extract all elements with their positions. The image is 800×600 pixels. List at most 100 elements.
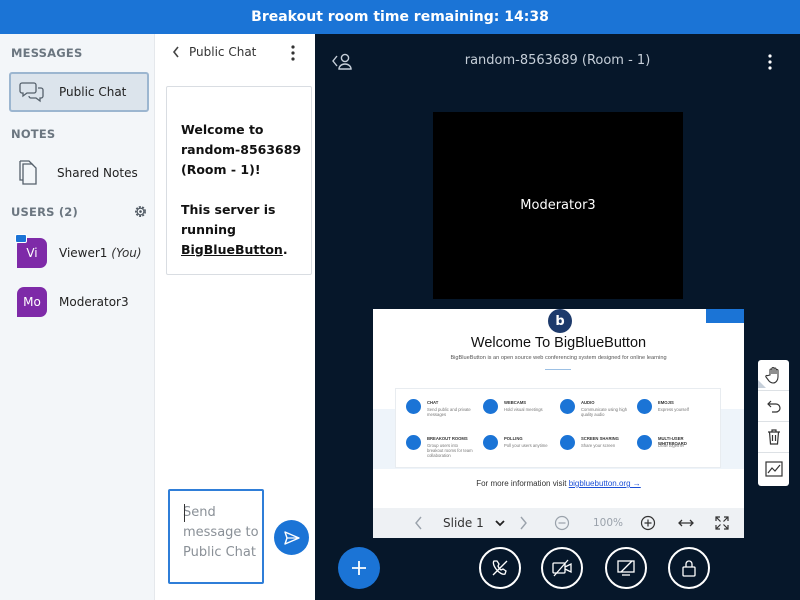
chat-title[interactable]: Public Chat bbox=[189, 45, 256, 59]
bigbluebutton-link[interactable]: BigBlueButton bbox=[181, 242, 283, 257]
room-title: random-8563689 (Room - 1) bbox=[464, 53, 651, 68]
video-off-icon bbox=[552, 559, 572, 577]
feature-chat: CHAT Send public and private messages bbox=[396, 389, 474, 419]
welcome-line: This server is bbox=[181, 202, 276, 217]
user-name: Moderator3 bbox=[59, 295, 129, 309]
feature-title: AUDIO bbox=[581, 400, 595, 405]
feature-title: CHAT bbox=[427, 400, 439, 405]
options-menu-icon[interactable] bbox=[767, 54, 773, 70]
chat-input-placeholder: Send message to Public Chat bbox=[183, 505, 259, 560]
gear-icon[interactable] bbox=[133, 204, 148, 219]
feature-desc: Send public and private messages bbox=[427, 407, 471, 417]
clear-all-button[interactable] bbox=[758, 422, 789, 453]
shared-notes-item[interactable]: Shared Notes bbox=[9, 156, 149, 190]
chat-panel: Public Chat Welcome to random-8563689 (R… bbox=[155, 34, 315, 600]
trash-icon bbox=[767, 429, 780, 445]
feature-desc: Hold visual meetings bbox=[504, 407, 543, 412]
user-name-text: Viewer1 bbox=[59, 246, 108, 260]
zoom-out-icon[interactable] bbox=[554, 508, 570, 538]
feature-title: BREAKOUT ROOMS bbox=[427, 436, 468, 441]
send-message-button[interactable] bbox=[274, 520, 309, 555]
undo-button[interactable] bbox=[758, 391, 789, 422]
whiteboard-icon bbox=[637, 435, 652, 450]
video-user-name: Moderator3 bbox=[520, 198, 596, 213]
you-label: (You) bbox=[111, 246, 142, 260]
chevron-down-icon bbox=[495, 520, 505, 527]
welcome-line: random-8563689 bbox=[181, 142, 302, 157]
avatar-initials: Vi bbox=[26, 246, 38, 260]
messages-section-title: MESSAGES bbox=[11, 46, 83, 60]
phone-off-icon bbox=[492, 560, 508, 576]
slide-select-value: Slide 1 bbox=[443, 516, 484, 530]
text-caret bbox=[184, 504, 185, 522]
feature-desc: Poll your users anytime bbox=[504, 443, 548, 448]
whiteboard-toolbar bbox=[758, 360, 789, 486]
more-info-prefix: For more information visit bbox=[476, 479, 567, 488]
feature-title: EMOJIS bbox=[658, 400, 674, 405]
prev-slide-icon[interactable] bbox=[414, 508, 423, 538]
notes-section-title: NOTES bbox=[11, 127, 56, 141]
webcam-icon bbox=[483, 399, 498, 414]
audio-icon bbox=[560, 399, 575, 414]
webcam-video-tile[interactable]: Moderator3 bbox=[433, 112, 683, 299]
feature-desc: Share your screen bbox=[581, 443, 616, 448]
feature-audio: AUDIO Communicate using high quality audi… bbox=[550, 389, 628, 419]
avatar-initials: Mo bbox=[23, 295, 41, 309]
feature-polling: POLLING Poll your users anytime bbox=[473, 425, 551, 455]
feature-webcams: WEBCAMS Hold visual meetings bbox=[473, 389, 551, 419]
toolbar-corner-arrow-icon bbox=[758, 380, 766, 388]
chat-icon bbox=[406, 399, 421, 414]
feature-breakout: BREAKOUT ROOMS Group users into breakout … bbox=[396, 425, 474, 458]
user-row-moderator3[interactable]: Mo Moderator3 bbox=[17, 286, 149, 318]
feature-whiteboard: MULTI-USER WHITEBOARD Draw together bbox=[627, 425, 705, 455]
zoom-level: 100% bbox=[593, 517, 624, 529]
feature-card: CHAT Send public and private messages WEB… bbox=[395, 388, 721, 468]
more-info-link[interactable]: bigbluebutton.org → bbox=[569, 479, 641, 488]
presenter-icon bbox=[15, 234, 27, 243]
leave-audio-button[interactable] bbox=[479, 547, 521, 589]
welcome-line: (Room - 1)! bbox=[181, 162, 261, 177]
presentation-slide[interactable]: b Welcome To BigBlueButton BigBlueButton… bbox=[373, 309, 744, 508]
users-section-title: USERS (2) bbox=[11, 205, 78, 219]
user-row-viewer1[interactable]: Vi Viewer1 (You) bbox=[15, 234, 149, 269]
slide-select[interactable]: Slide 1 bbox=[443, 508, 506, 538]
breakout-timer-bar: Breakout room time remaining: 14:38 bbox=[0, 0, 800, 34]
user-list-panel: MESSAGES Public Chat NOTES Shared Notes … bbox=[0, 34, 155, 600]
document-icon bbox=[19, 160, 37, 185]
breakout-icon bbox=[406, 435, 421, 450]
fullscreen-icon[interactable] bbox=[715, 508, 729, 538]
hand-icon bbox=[764, 366, 779, 384]
chart-line-icon bbox=[764, 460, 783, 477]
next-slide-icon[interactable] bbox=[519, 508, 528, 538]
shared-notes-label: Shared Notes bbox=[57, 166, 138, 180]
chevron-left-icon[interactable] bbox=[172, 45, 180, 59]
slide-subheading: BigBlueButton is an open source web conf… bbox=[450, 355, 667, 361]
screen-share-icon bbox=[560, 435, 575, 450]
actions-plus-button[interactable] bbox=[338, 547, 380, 589]
user-name: Viewer1 (You) bbox=[59, 246, 142, 260]
zoom-in-icon[interactable] bbox=[640, 508, 656, 538]
lock-settings-button[interactable] bbox=[668, 547, 710, 589]
more-options-icon[interactable] bbox=[290, 45, 296, 61]
send-icon bbox=[283, 530, 300, 545]
welcome-message: Welcome to random-8563689 (Room - 1)! Th… bbox=[166, 86, 312, 275]
chat-header: Public Chat bbox=[155, 34, 315, 70]
multi-user-whiteboard-button[interactable] bbox=[758, 453, 789, 484]
chat-message-input[interactable]: Send message to Public Chat bbox=[168, 489, 264, 584]
bigbluebutton-logo: b bbox=[548, 309, 572, 333]
fit-width-icon[interactable] bbox=[677, 508, 695, 538]
share-webcam-button[interactable] bbox=[541, 547, 583, 589]
avatar: Vi bbox=[15, 234, 47, 268]
feature-title: POLLING bbox=[504, 436, 523, 441]
feature-emojis: EMOJIS Express yourself bbox=[627, 389, 705, 419]
emoji-icon bbox=[637, 399, 652, 414]
feature-desc: Group users into breakout rooms for team… bbox=[427, 443, 473, 458]
chat-bubbles-icon bbox=[19, 82, 44, 103]
public-chat-item[interactable]: Public Chat bbox=[9, 72, 149, 112]
desktop-off-icon bbox=[617, 560, 635, 576]
slide-heading: Welcome To BigBlueButton bbox=[470, 335, 647, 351]
share-screen-button[interactable] bbox=[605, 547, 647, 589]
slide-controls-bar: Slide 1 100% bbox=[373, 508, 744, 538]
breakout-timer-text: Breakout room time remaining: 14:38 bbox=[251, 9, 549, 25]
plus-icon bbox=[352, 561, 366, 575]
